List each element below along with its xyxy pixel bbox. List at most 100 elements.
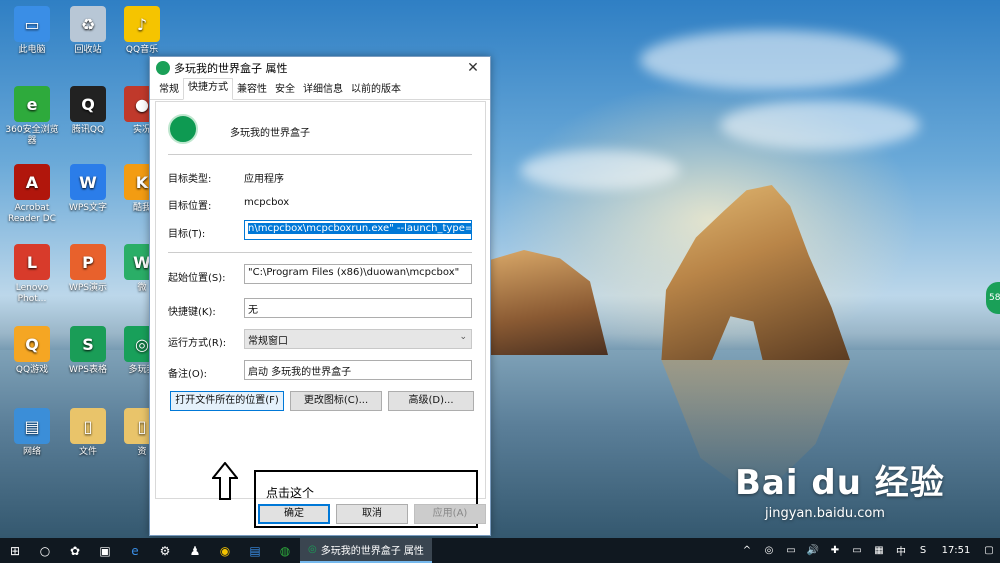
close-button[interactable]: ✕ — [456, 57, 490, 79]
browser-icon: ◉ — [219, 543, 231, 558]
app-icon: Q — [70, 86, 106, 122]
app-icon: W — [70, 164, 106, 200]
app-icon: P — [70, 244, 106, 280]
target-type-label: 目标类型: — [168, 174, 212, 185]
media-icon: ▤ — [249, 543, 261, 558]
settings-button[interactable]: ⚙ — [150, 538, 180, 563]
app-icon — [168, 114, 198, 144]
comment-label: 备注(O): — [168, 369, 208, 380]
tab-details[interactable]: 详细信息 — [299, 81, 347, 99]
desktop-icon[interactable]: ▤ 网络 — [2, 408, 62, 458]
task-view-button[interactable]: ✿ — [60, 538, 90, 563]
desktop-icon[interactable]: ▯ 文件 — [58, 408, 118, 458]
search-button[interactable]: ○ — [30, 538, 60, 563]
ime-icon[interactable]: 中 — [890, 543, 912, 558]
desktop-icon-label: WPS表格 — [68, 365, 108, 375]
task-view-icon: ✿ — [69, 543, 81, 558]
callout-text: 点击这个 — [266, 486, 315, 500]
desktop-icon[interactable]: A Acrobat Reader DC — [2, 164, 62, 225]
properties-dialog: 多玩我的世界盒子 属性 ✕ 常规 快捷方式 兼容性 安全 详细信息 以前的版本 … — [149, 56, 491, 536]
app-icon: A — [14, 164, 50, 200]
watermark-logo: Bai du 经验 — [735, 463, 945, 503]
apply-button[interactable]: 应用(A) — [414, 504, 486, 524]
run-select[interactable]: 常规窗口 ⌄ — [244, 329, 472, 349]
desktop-icon[interactable]: ▭ 此电脑 — [2, 6, 62, 56]
edge-button[interactable]: e — [120, 538, 150, 563]
qq-icon: ♟ — [189, 543, 201, 558]
start-button[interactable]: ⊞ — [0, 538, 30, 563]
desktop-icon[interactable]: S WPS表格 — [58, 326, 118, 376]
pointer-arrow-icon — [212, 462, 238, 500]
windows-icon: ⊞ — [9, 543, 21, 558]
separator — [168, 252, 472, 253]
desktop-icon[interactable]: e 360安全浏览器 — [2, 86, 62, 147]
watermark-url: jingyan.baidu.com — [765, 506, 885, 521]
advanced-button[interactable]: 高级(D)... — [388, 391, 474, 411]
start-in-input[interactable]: "C:\Program Files (x86)\duowan\mcpcbox" — [244, 264, 472, 284]
volume-icon[interactable]: 🔊 — [802, 545, 824, 556]
store-icon: ▣ — [99, 543, 111, 558]
app-icon: ♪ — [124, 6, 160, 42]
target-location-value: mcpcbox — [244, 197, 290, 208]
tray-display-icon[interactable]: ▭ — [780, 545, 802, 556]
keyboard-icon[interactable]: ▦ — [868, 545, 890, 556]
tab-previous-versions[interactable]: 以前的版本 — [347, 81, 405, 99]
change-icon-button[interactable]: 更改图标(C)... — [290, 391, 382, 411]
app-green-icon: ◍ — [279, 543, 291, 558]
media-taskbar-button[interactable]: ▤ — [240, 538, 270, 563]
tab-shortcut[interactable]: 快捷方式 — [183, 78, 233, 100]
desktop-icon[interactable]: Q QQ游戏 — [2, 326, 62, 376]
desktop-icon[interactable]: ♪ QQ音乐 — [112, 6, 172, 56]
tray-plus-icon[interactable]: ✚ — [824, 545, 846, 556]
run-label: 运行方式(R): — [168, 338, 227, 349]
sogou-icon[interactable]: S — [912, 545, 934, 556]
side-float-badge[interactable]: 58 — [986, 282, 1000, 314]
store-button[interactable]: ▣ — [90, 538, 120, 563]
taskbar-active-window[interactable]: ◎ 多玩我的世界盒子 属性 — [300, 538, 432, 563]
desktop-icon-label: 网络 — [22, 447, 41, 457]
shortcut-key-input[interactable]: 无 — [244, 298, 472, 318]
separator — [168, 154, 472, 155]
browser-taskbar-button[interactable]: ◉ — [210, 538, 240, 563]
cloud — [640, 30, 900, 90]
desktop-icon-label: 360安全浏览器 — [5, 125, 59, 146]
desktop-icon-label: 文件 — [78, 447, 97, 457]
open-file-location-button[interactable]: 打开文件所在的位置(F) — [170, 391, 284, 411]
dialog-titlebar[interactable]: 多玩我的世界盒子 属性 ✕ — [150, 57, 490, 79]
app-icon: ▯ — [70, 408, 106, 444]
tray-overflow-icon[interactable]: ^ — [736, 545, 758, 556]
app-icon: S — [70, 326, 106, 362]
desktop-icon[interactable]: P WPS演示 — [58, 244, 118, 294]
clock[interactable]: 17:51 — [934, 545, 978, 556]
side-badge-text: 58 — [989, 293, 1000, 303]
target-input[interactable]: n\mcpcbox\mcpcboxrun.exe" --launch_type=… — [244, 220, 472, 240]
desktop-icon[interactable]: W WPS文字 — [58, 164, 118, 214]
app-icon: Q — [14, 326, 50, 362]
app-title-icon — [156, 61, 170, 75]
tray-window-icon[interactable]: ▭ — [846, 545, 868, 556]
dialog-title: 多玩我的世界盒子 属性 — [174, 62, 288, 75]
chevron-down-icon: ⌄ — [459, 332, 467, 342]
tab-compatibility[interactable]: 兼容性 — [233, 81, 271, 99]
app-icon: ▭ — [14, 6, 50, 42]
desktop-icon[interactable]: Q 腾讯QQ — [58, 86, 118, 136]
desktop-icon[interactable]: ♻ 回收站 — [58, 6, 118, 56]
app-taskbar-icon: ◎ — [308, 544, 317, 555]
comment-input[interactable]: 启动 多玩我的世界盒子 — [244, 360, 472, 380]
qq-taskbar-button[interactable]: ♟ — [180, 538, 210, 563]
search-icon: ○ — [39, 543, 51, 558]
tray-app-icon[interactable]: ◎ — [758, 545, 780, 556]
baidu-watermark: Bai du 经验 jingyan.baidu.com — [735, 455, 945, 521]
target-input-text: n\mcpcbox\mcpcboxrun.exe" --launch_type=… — [248, 223, 471, 234]
notification-icon[interactable]: ▢ — [978, 545, 1000, 556]
app-icon: ♻ — [70, 6, 106, 42]
desktop-icon-label: QQ音乐 — [125, 45, 159, 55]
ok-button[interactable]: 确定 — [258, 504, 330, 524]
app-taskbar-button[interactable]: ◍ — [270, 538, 300, 563]
cancel-button[interactable]: 取消 — [336, 504, 408, 524]
app-icon: L — [14, 244, 50, 280]
tab-general[interactable]: 常规 — [155, 81, 183, 99]
system-tray: ^ ◎ ▭ 🔊 ✚ ▭ ▦ 中 S 17:51 ▢ — [736, 538, 1000, 563]
tab-security[interactable]: 安全 — [271, 81, 299, 99]
desktop-icon[interactable]: L Lenovo Phot... — [2, 244, 62, 305]
